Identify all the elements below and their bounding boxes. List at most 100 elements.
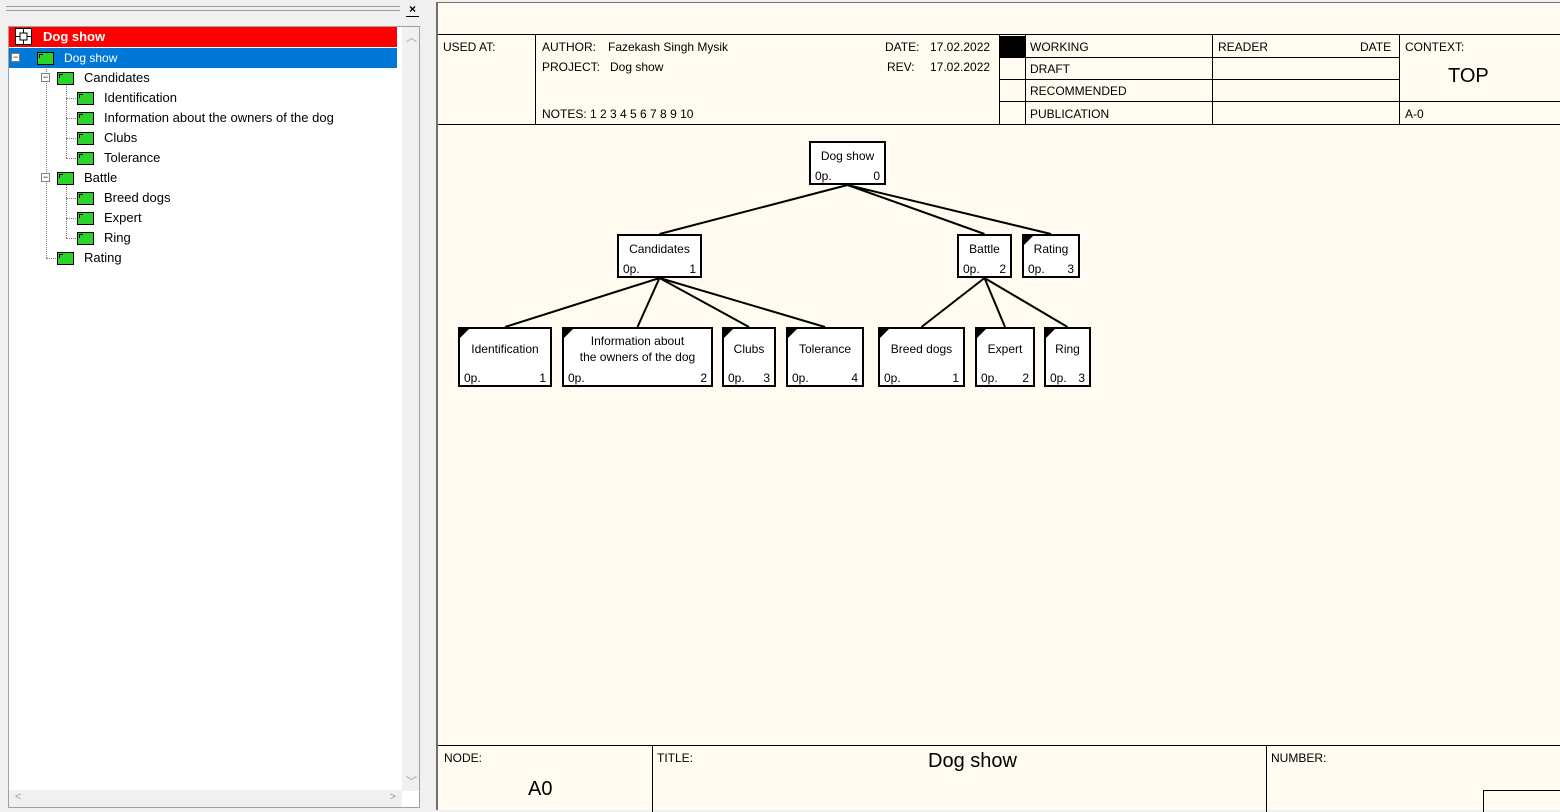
connector-line xyxy=(659,277,750,328)
collapse-icon[interactable]: − xyxy=(41,173,50,182)
node-clubs[interactable]: Clubs 0p. 3 xyxy=(722,327,776,387)
node-label: NODE: xyxy=(444,751,483,765)
node-number: 3 xyxy=(1067,262,1074,276)
node-owners-info[interactable]: Information about the owners of the dog … xyxy=(562,327,713,387)
tree-item-label: Expert xyxy=(104,210,142,225)
tree-root[interactable]: Dog show xyxy=(9,27,397,47)
node-number: 2 xyxy=(700,371,707,385)
node-number: 2 xyxy=(1022,371,1029,385)
node-dog-show[interactable]: Dog show 0p. 0 xyxy=(809,141,886,185)
activity-box-icon xyxy=(77,92,94,105)
node-title: Clubs xyxy=(733,342,765,356)
model-explorer-pane: × Dog show − Dog show − Candidates Ident… xyxy=(0,0,424,810)
node-cost: 0p. xyxy=(981,371,998,385)
node-ring[interactable]: Ring 0p. 3 xyxy=(1044,327,1091,387)
node-cost: 0p. xyxy=(884,371,901,385)
tree-item-label: Identification xyxy=(104,90,177,105)
scroll-up-icon[interactable]: ︿ xyxy=(406,29,417,45)
collapse-icon[interactable]: − xyxy=(41,73,50,82)
scroll-left-icon[interactable]: < xyxy=(15,791,21,803)
tree-item-label: Breed dogs xyxy=(104,190,171,205)
node-number: 1 xyxy=(689,262,696,276)
grip-line xyxy=(6,10,400,11)
connector-line xyxy=(636,277,661,328)
activity-box-icon xyxy=(77,232,94,245)
node-number: 1 xyxy=(539,371,546,385)
connector-line xyxy=(983,277,1069,328)
close-icon[interactable]: × xyxy=(406,3,419,17)
scroll-down-icon[interactable]: ﹀ xyxy=(406,773,417,789)
activity-box-icon xyxy=(57,252,74,265)
title-label: TITLE: xyxy=(657,751,694,765)
tree-item-label: Tolerance xyxy=(104,150,161,165)
node-title: Information about the owners of the dog xyxy=(579,334,696,364)
tree-item-clubs[interactable]: Clubs xyxy=(9,128,397,148)
diagram-canvas[interactable]: USED AT: AUTHOR: Fazekash Singh Mysik PR… xyxy=(436,2,1560,812)
node-candidates[interactable]: Candidates 0p. 1 xyxy=(617,234,702,278)
tree-item-label: Candidates xyxy=(84,70,150,85)
node-number: 4 xyxy=(851,371,858,385)
node-number: 3 xyxy=(763,371,770,385)
activity-box-icon xyxy=(77,132,94,145)
tree-item-candidates[interactable]: − Candidates xyxy=(9,68,397,88)
node-breed-dogs[interactable]: Breed dogs 0p. 1 xyxy=(878,327,965,387)
tree-item-identification[interactable]: Identification xyxy=(9,88,397,108)
connector-line xyxy=(847,184,1052,235)
connector-line xyxy=(847,184,985,235)
node-value: A0 xyxy=(528,778,553,800)
tree-root-label: Dog show xyxy=(43,29,106,44)
node-identification[interactable]: Identification 0p. 1 xyxy=(458,327,552,387)
node-cost: 0p. xyxy=(568,371,585,385)
vertical-scrollbar[interactable]: ︿ ﹀ xyxy=(402,27,419,791)
activity-box-icon xyxy=(77,112,94,125)
node-rating[interactable]: Rating 0p. 3 xyxy=(1022,234,1080,278)
diagram-title: Dog show xyxy=(928,750,1017,772)
tree-item-breed-dogs[interactable]: Breed dogs xyxy=(9,188,397,208)
tree-item-tolerance[interactable]: Tolerance xyxy=(9,148,397,168)
tree-item-rating[interactable]: Rating xyxy=(9,248,397,268)
node-cost: 0p. xyxy=(728,371,745,385)
number-label: NUMBER: xyxy=(1271,751,1327,765)
node-title: Breed dogs xyxy=(890,342,953,356)
activity-box-icon xyxy=(77,192,94,205)
tree-item-ring[interactable]: Ring xyxy=(9,228,397,248)
idef0-footer-frame: NODE: A0 TITLE: Dog show NUMBER: xyxy=(438,745,1560,812)
leaf-corner-icon xyxy=(788,329,797,338)
scroll-right-icon[interactable]: > xyxy=(390,791,396,803)
node-number: 1 xyxy=(952,371,959,385)
horizontal-scrollbar[interactable]: < > xyxy=(9,790,402,807)
node-title: Battle xyxy=(969,242,1000,256)
tree-item-expert[interactable]: Expert xyxy=(9,208,397,228)
node-title: Candidates xyxy=(629,242,690,256)
node-number: 0 xyxy=(873,169,880,183)
collapse-icon[interactable]: − xyxy=(11,53,20,62)
tree-item-label: Ring xyxy=(104,230,131,245)
activity-tree[interactable]: Dog show − Dog show − Candidates Identif… xyxy=(8,26,420,808)
tree-item-label: Rating xyxy=(84,250,122,265)
node-title: Expert xyxy=(987,342,1023,356)
node-cost: 0p. xyxy=(792,371,809,385)
node-tolerance[interactable]: Tolerance 0p. 4 xyxy=(786,327,864,387)
node-title: Dog show xyxy=(820,149,875,163)
tree-item-dog-show[interactable]: − Dog show xyxy=(9,48,397,68)
node-title: Ring xyxy=(1055,342,1080,356)
connector-line xyxy=(983,277,1006,328)
node-battle[interactable]: Battle 0p. 2 xyxy=(957,234,1012,278)
node-number: 2 xyxy=(999,262,1006,276)
frame-divider xyxy=(652,746,653,812)
activity-box-icon xyxy=(57,172,74,185)
tree-item-owners-info[interactable]: Information about the owners of the dog xyxy=(9,108,397,128)
frame-divider xyxy=(1266,746,1267,812)
node-cost: 0p. xyxy=(464,371,481,385)
tree-item-label: Battle xyxy=(84,170,118,185)
node-expert[interactable]: Expert 0p. 2 xyxy=(975,327,1035,387)
tree-item-label: Clubs xyxy=(104,130,138,145)
leaf-corner-icon xyxy=(1046,329,1055,338)
leaf-corner-icon xyxy=(880,329,889,338)
pane-title-bar[interactable]: × xyxy=(0,0,424,20)
activity-box-icon xyxy=(57,72,74,85)
tree-item-battle[interactable]: − Battle xyxy=(9,168,397,188)
activity-box-icon xyxy=(77,152,94,165)
number-box xyxy=(1483,790,1560,812)
connector-line xyxy=(659,277,826,328)
